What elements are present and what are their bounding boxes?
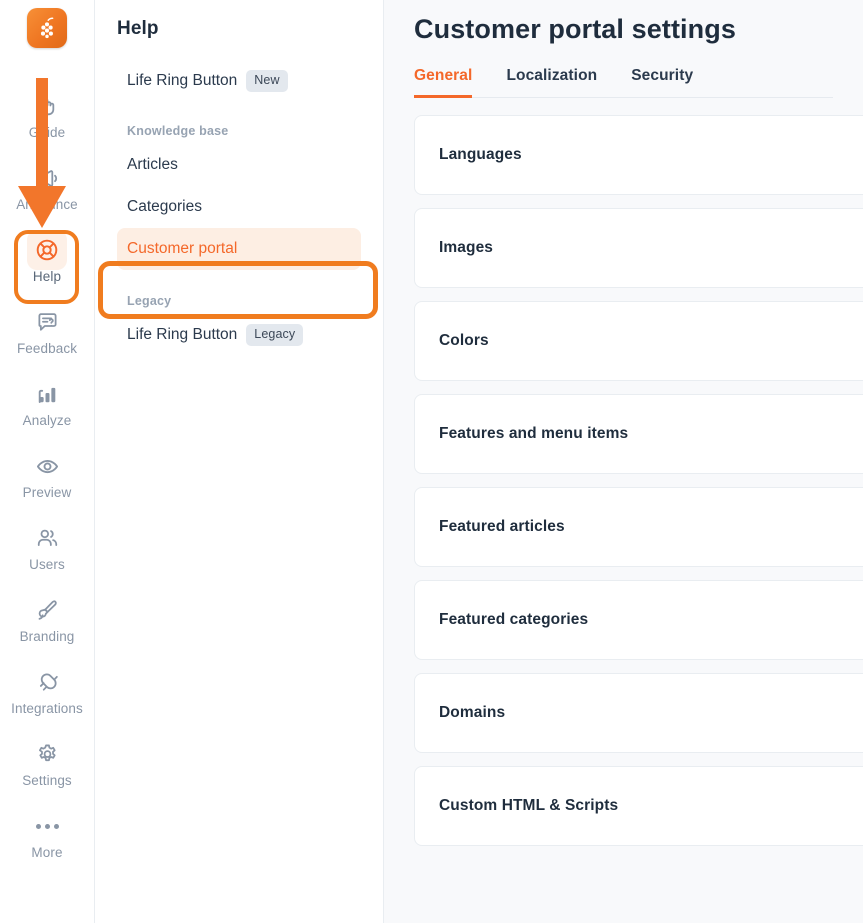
life-ring-icon (33, 236, 61, 264)
sidebar-item-label: Announce (16, 198, 78, 212)
main-header: Customer portal settings General Localiz… (384, 0, 863, 98)
eye-icon (33, 452, 61, 480)
nav-item-label: Life Ring Button (127, 326, 237, 344)
nav-item-customer-portal[interactable]: Customer portal (117, 228, 361, 270)
sidebar-item-label: Guide (29, 126, 66, 140)
sidebar-item-analyze[interactable]: Analyze (11, 368, 83, 440)
plug-icon (33, 668, 61, 696)
tab-general[interactable]: General (414, 67, 472, 98)
sidebar-item-label: Feedback (17, 342, 77, 356)
settings-card-featured-articles[interactable]: Featured articles (414, 487, 863, 567)
settings-card-colors[interactable]: Colors (414, 301, 863, 381)
page-title: Customer portal settings (414, 0, 833, 45)
main-content: Customer portal settings General Localiz… (384, 0, 863, 923)
rail-item-list: Guide Announce (0, 80, 94, 872)
card-title: Languages (439, 146, 522, 164)
nav-item-life-ring-button-new[interactable]: Life Ring Button New (117, 60, 361, 102)
users-icon (33, 524, 61, 552)
tab-security[interactable]: Security (631, 67, 693, 98)
nav-item-label: Articles (127, 156, 178, 174)
help-nav-panel: Help Life Ring Button New Knowledge base… (95, 0, 384, 923)
sidebar-item-label: Preview (23, 486, 72, 500)
nav-item-label: Categories (127, 198, 202, 216)
ellipsis-icon (33, 812, 61, 840)
sidebar-item-feedback[interactable]: Feedback (11, 296, 83, 368)
megaphone-icon (33, 164, 61, 192)
nav-item-life-ring-button-legacy[interactable]: Life Ring Button Legacy (117, 314, 361, 356)
sidebar-item-label: Integrations (11, 702, 83, 716)
nav-item-label: Customer portal (127, 240, 237, 258)
settings-card-images[interactable]: Images (414, 208, 863, 288)
icon-sidebar: Guide Announce (0, 0, 95, 923)
settings-card-domains[interactable]: Domains (414, 673, 863, 753)
sidebar-item-label: Branding (20, 630, 75, 644)
nav-item-articles[interactable]: Articles (117, 144, 361, 186)
sidebar-item-integrations[interactable]: Integrations (11, 656, 83, 728)
settings-card-list: Languages Images Colors Features and men… (384, 98, 863, 846)
nav-panel-title: Help (117, 0, 361, 40)
nav-item-categories[interactable]: Categories (117, 186, 361, 228)
sidebar-item-settings[interactable]: Settings (11, 728, 83, 800)
paintbrush-icon (33, 596, 61, 624)
card-title: Images (439, 239, 493, 257)
sidebar-item-more[interactable]: More (11, 800, 83, 872)
sidebar-item-users[interactable]: Users (11, 512, 83, 584)
card-title: Custom HTML & Scripts (439, 797, 618, 815)
sidebar-item-announce[interactable]: Announce (11, 152, 83, 224)
app-logo[interactable] (27, 8, 67, 48)
sidebar-item-guide[interactable]: Guide (11, 80, 83, 152)
sidebar-item-label: Settings (22, 774, 72, 788)
nav-section-knowledge-base: Knowledge base (117, 124, 361, 138)
chat-question-icon (33, 308, 61, 336)
gear-icon (33, 740, 61, 768)
grape-cluster-icon (35, 16, 59, 40)
pointing-hand-icon (33, 92, 61, 120)
sidebar-item-branding[interactable]: Branding (11, 584, 83, 656)
card-title: Features and menu items (439, 425, 628, 443)
card-title: Featured articles (439, 518, 565, 536)
sidebar-item-help[interactable]: Help (11, 224, 83, 296)
sidebar-item-label: More (31, 846, 62, 860)
status-badge-new: New (246, 70, 287, 92)
sidebar-item-label: Users (29, 558, 65, 572)
app-window: Guide Announce (0, 0, 863, 923)
card-title: Featured categories (439, 611, 588, 629)
card-title: Colors (439, 332, 489, 350)
settings-card-languages[interactable]: Languages (414, 115, 863, 195)
nav-section-legacy: Legacy (117, 294, 361, 308)
settings-card-custom-html-scripts[interactable]: Custom HTML & Scripts (414, 766, 863, 846)
sidebar-item-preview[interactable]: Preview (11, 440, 83, 512)
settings-tabs: General Localization Security (414, 67, 833, 98)
bar-chart-icon (33, 380, 61, 408)
settings-card-featured-categories[interactable]: Featured categories (414, 580, 863, 660)
status-badge-legacy: Legacy (246, 324, 303, 346)
tab-localization[interactable]: Localization (506, 67, 597, 98)
sidebar-item-label: Analyze (23, 414, 72, 428)
sidebar-item-label: Help (33, 270, 61, 284)
nav-item-label: Life Ring Button (127, 72, 237, 90)
settings-card-features-and-menu-items[interactable]: Features and menu items (414, 394, 863, 474)
card-title: Domains (439, 704, 505, 722)
